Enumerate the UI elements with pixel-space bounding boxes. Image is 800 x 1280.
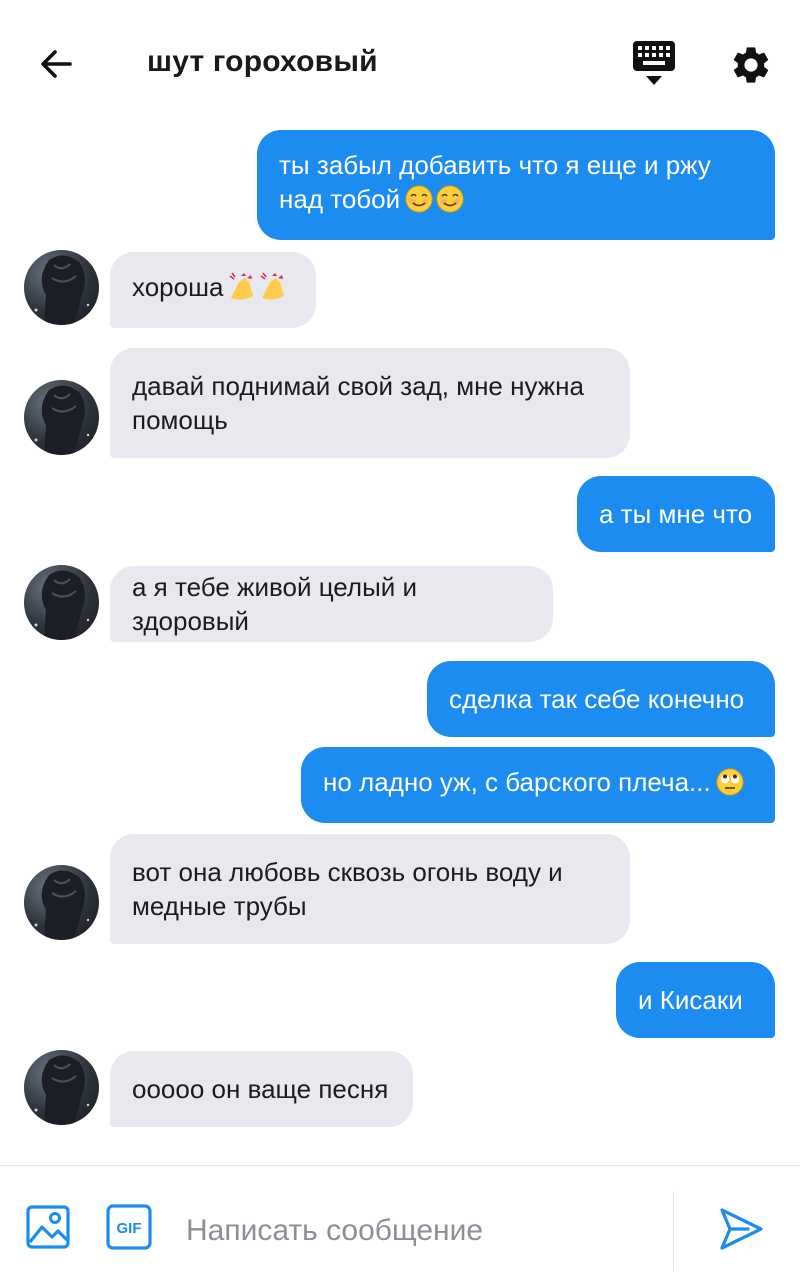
composer-bar: GIF [0,1165,800,1280]
message-incoming[interactable]: ооооо он ваще песня [110,1051,413,1127]
message-text: и Кисаки [638,985,743,1015]
message-outgoing[interactable]: а ты мне что [577,476,775,552]
message-text: а ты мне что [599,499,753,529]
send-button[interactable] [718,1206,768,1256]
settings-button[interactable] [722,36,780,94]
back-button[interactable] [30,38,82,90]
avatar[interactable] [24,565,99,640]
gif-button[interactable]: GIF [106,1204,156,1254]
send-icon [720,1208,763,1250]
gif-label: GIF [117,1220,142,1237]
keyboard-button[interactable] [626,36,682,92]
eye-roll-emoji-icon [715,767,745,805]
message-input[interactable] [186,1206,656,1256]
message-text: сделка так себе конечно [449,684,745,714]
divider [673,1191,674,1271]
message-outgoing[interactable]: но ладно уж, с барского плеча... [301,747,775,823]
message-incoming[interactable]: давай поднимай свой зад, мне нужна помощ… [110,348,630,458]
message-incoming[interactable]: хороша [110,252,316,328]
message-incoming[interactable]: а я тебе живой целый и здоровый [110,566,553,642]
avatar[interactable] [24,380,99,455]
message-outgoing[interactable]: и Кисаки [616,962,775,1038]
smiling-face-emoji-icon [404,184,466,222]
avatar[interactable] [24,1050,99,1125]
nail-polish-emoji-icon [227,272,289,310]
message-text: хороша [132,270,289,310]
message-incoming[interactable]: вот она любовь сквозь огонь воду и медны… [110,834,630,944]
avatar[interactable] [24,865,99,940]
gif-icon: GIF [106,1204,152,1250]
gear-icon [733,47,769,83]
message-outgoing[interactable]: ты забыл добавить что я еще и ржу над то… [257,130,775,240]
chat-screen: шут гороховый ты забыл добавить что я ещ… [0,0,800,1280]
message-text: давай поднимай свой зад, мне нужна помощ… [132,371,584,435]
message-text: вот она любовь сквозь огонь воду и медны… [132,857,563,921]
image-icon [26,1205,70,1249]
message-text: а я тебе живой целый и здоровый [132,572,418,636]
message-outgoing[interactable]: сделка так себе конечно [427,661,775,737]
attach-image-button[interactable] [25,1204,75,1254]
chat-header: шут гороховый [0,0,800,125]
message-list: ты забыл добавить что я еще и ржу над то… [0,125,800,1165]
keyboard-icon [633,41,675,85]
message-text: ооооо он ваще песня [132,1074,389,1104]
message-text: но ладно уж, с барского плеча... [323,765,745,805]
message-text: ты забыл добавить что я еще и ржу над то… [279,148,711,222]
chat-title: шут гороховый [147,45,378,78]
back-arrow-icon [41,50,72,78]
avatar[interactable] [24,250,99,325]
